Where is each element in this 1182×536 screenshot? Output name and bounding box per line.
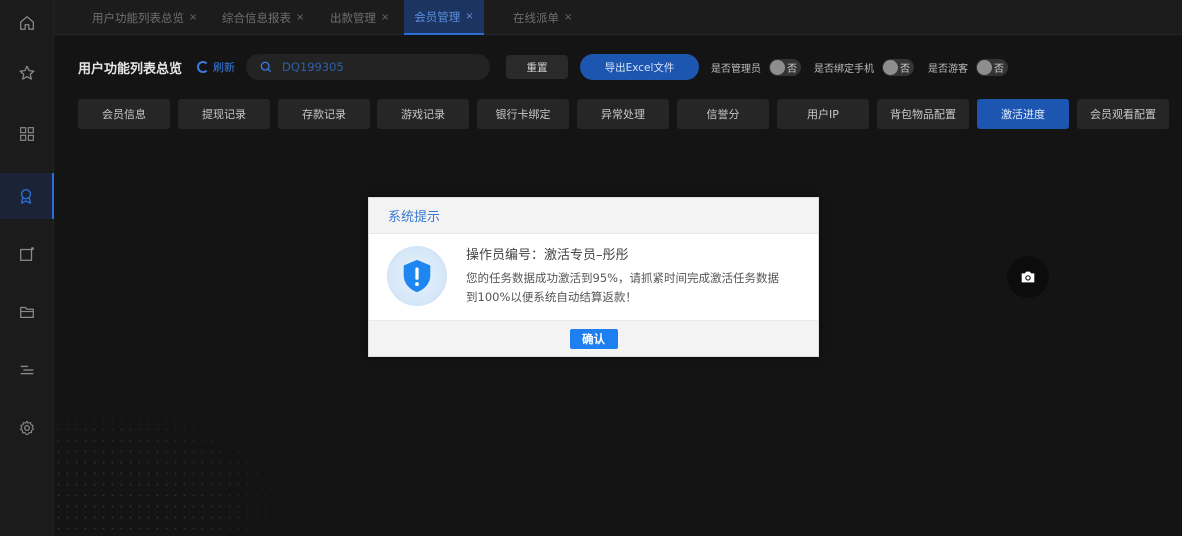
tab-label: 综合信息报表: [222, 10, 291, 25]
switch-knob: [977, 60, 992, 75]
dialog-footer: 确认: [369, 320, 818, 356]
toggle-label: 是否绑定手机: [814, 64, 874, 75]
background-speckle: [54, 380, 314, 536]
member-icon: [20, 189, 32, 204]
close-icon[interactable]: ×: [564, 12, 572, 23]
sidebar-item-dashboard[interactable]: [0, 111, 54, 157]
star-icon: [19, 65, 35, 80]
grid-icon: [20, 127, 34, 141]
export-excel-button[interactable]: 导出Excel文件: [580, 54, 699, 80]
tab-label: 用户功能列表总览: [92, 10, 184, 25]
sidebar-item-members[interactable]: [0, 173, 54, 219]
dialog-message-line: 您的任务数据成功激活到95%，请抓紧时间完成激活任务数据: [466, 271, 780, 285]
tab-members[interactable]: 会员管理 ×: [404, 0, 484, 35]
folder-icon: [20, 306, 34, 319]
sidebar-rail: [0, 0, 54, 536]
camera-icon: [1021, 271, 1035, 283]
box-icon: [20, 247, 34, 261]
subtab-backpack[interactable]: 背包物品配置: [877, 99, 969, 129]
phone-bound-switch[interactable]: 否: [882, 59, 914, 76]
toggle-label: 是否管理员: [711, 64, 761, 75]
close-icon[interactable]: ×: [189, 12, 197, 23]
shield-icon: [403, 259, 431, 293]
toggle-phone-bound: 是否绑定手机 否: [814, 59, 914, 76]
refresh-button[interactable]: 刷新: [197, 59, 235, 75]
tab-reports[interactable]: 综合信息报表 ×: [222, 0, 304, 35]
dialog-message: 您的任务数据成功激活到95%，请抓紧时间完成激活任务数据 到100%以便系统自动…: [466, 269, 806, 307]
tab-overview[interactable]: 用户功能列表总览 ×: [92, 0, 197, 35]
dialog-message-line: 到100%以便系统自动结算返款！: [466, 290, 637, 304]
close-icon[interactable]: ×: [296, 12, 304, 23]
subtab-exceptions[interactable]: 异常处理: [577, 99, 669, 129]
subtab-games[interactable]: 游戏记录: [377, 99, 469, 129]
subtab-activation-progress[interactable]: 激活进度: [977, 99, 1069, 129]
toggle-guest: 是否游客 否: [928, 59, 1008, 76]
dialog-title: 操作员编号：激活专员–彤彤: [466, 248, 629, 263]
switch-value: 否: [787, 64, 797, 75]
subtab-deposits[interactable]: 存款记录: [278, 99, 370, 129]
guest-switch[interactable]: 否: [976, 59, 1008, 76]
subtab-member-info[interactable]: 会员信息: [78, 99, 170, 129]
search-box[interactable]: [246, 54, 490, 80]
confirm-button[interactable]: 确认: [569, 328, 618, 349]
page-title: 用户功能列表总览: [78, 62, 183, 77]
subtab-viewing-config[interactable]: 会员观看配置: [1077, 99, 1169, 129]
switch-value: 否: [994, 64, 1004, 75]
sidebar-item-settings[interactable]: [0, 405, 54, 451]
gear-icon: [19, 420, 35, 436]
tab-label: 出款管理: [330, 10, 376, 25]
close-icon[interactable]: ×: [381, 12, 389, 23]
tab-label: 会员管理: [414, 9, 461, 24]
sidebar-item-box[interactable]: [0, 231, 54, 277]
screenshot-button[interactable]: [1007, 256, 1049, 298]
toggle-admin: 是否管理员 否: [711, 59, 801, 76]
switch-knob: [770, 60, 785, 75]
admin-switch[interactable]: 否: [769, 59, 801, 76]
sidebar-item-list[interactable]: [0, 347, 54, 393]
dialog-body: 操作员编号：激活专员–彤彤 您的任务数据成功激活到95%，请抓紧时间完成激活任务…: [369, 234, 818, 320]
subtab-user-ip[interactable]: 用户IP: [777, 99, 869, 129]
refresh-icon: [197, 61, 209, 73]
toggle-label: 是否游客: [928, 64, 968, 75]
sidebar-item-home[interactable]: [0, 0, 54, 46]
dialog-header: 系统提示: [369, 198, 818, 234]
system-alert-dialog: 系统提示 操作员编号：激活专员–彤彤 您的任务数据成功激活到95%，请抓紧时间完…: [368, 197, 819, 357]
shield-badge: [387, 246, 447, 306]
tab-payouts[interactable]: 出款管理 ×: [330, 0, 389, 35]
search-icon: [260, 61, 272, 73]
search-input[interactable]: [282, 60, 462, 74]
close-icon[interactable]: ×: [465, 11, 473, 22]
switch-knob: [883, 60, 898, 75]
reset-button[interactable]: 重置: [506, 55, 568, 79]
switch-value: 否: [900, 64, 910, 75]
home-icon: [20, 16, 34, 30]
tab-bar: 用户功能列表总览 × 综合信息报表 × 出款管理 × 会员管理 × 在线派单 ×: [54, 0, 1182, 35]
tab-label: 在线派单: [513, 10, 559, 25]
subtab-withdrawals[interactable]: 提现记录: [178, 99, 270, 129]
subtab-credit-score[interactable]: 信誉分: [677, 99, 769, 129]
list-icon: [20, 365, 34, 375]
refresh-label: 刷新: [213, 61, 235, 74]
sidebar-item-files[interactable]: [0, 289, 54, 335]
tab-dispatch[interactable]: 在线派单 ×: [513, 0, 572, 35]
subtab-bank-card[interactable]: 银行卡绑定: [477, 99, 569, 129]
sidebar-item-favorites[interactable]: [0, 50, 54, 96]
